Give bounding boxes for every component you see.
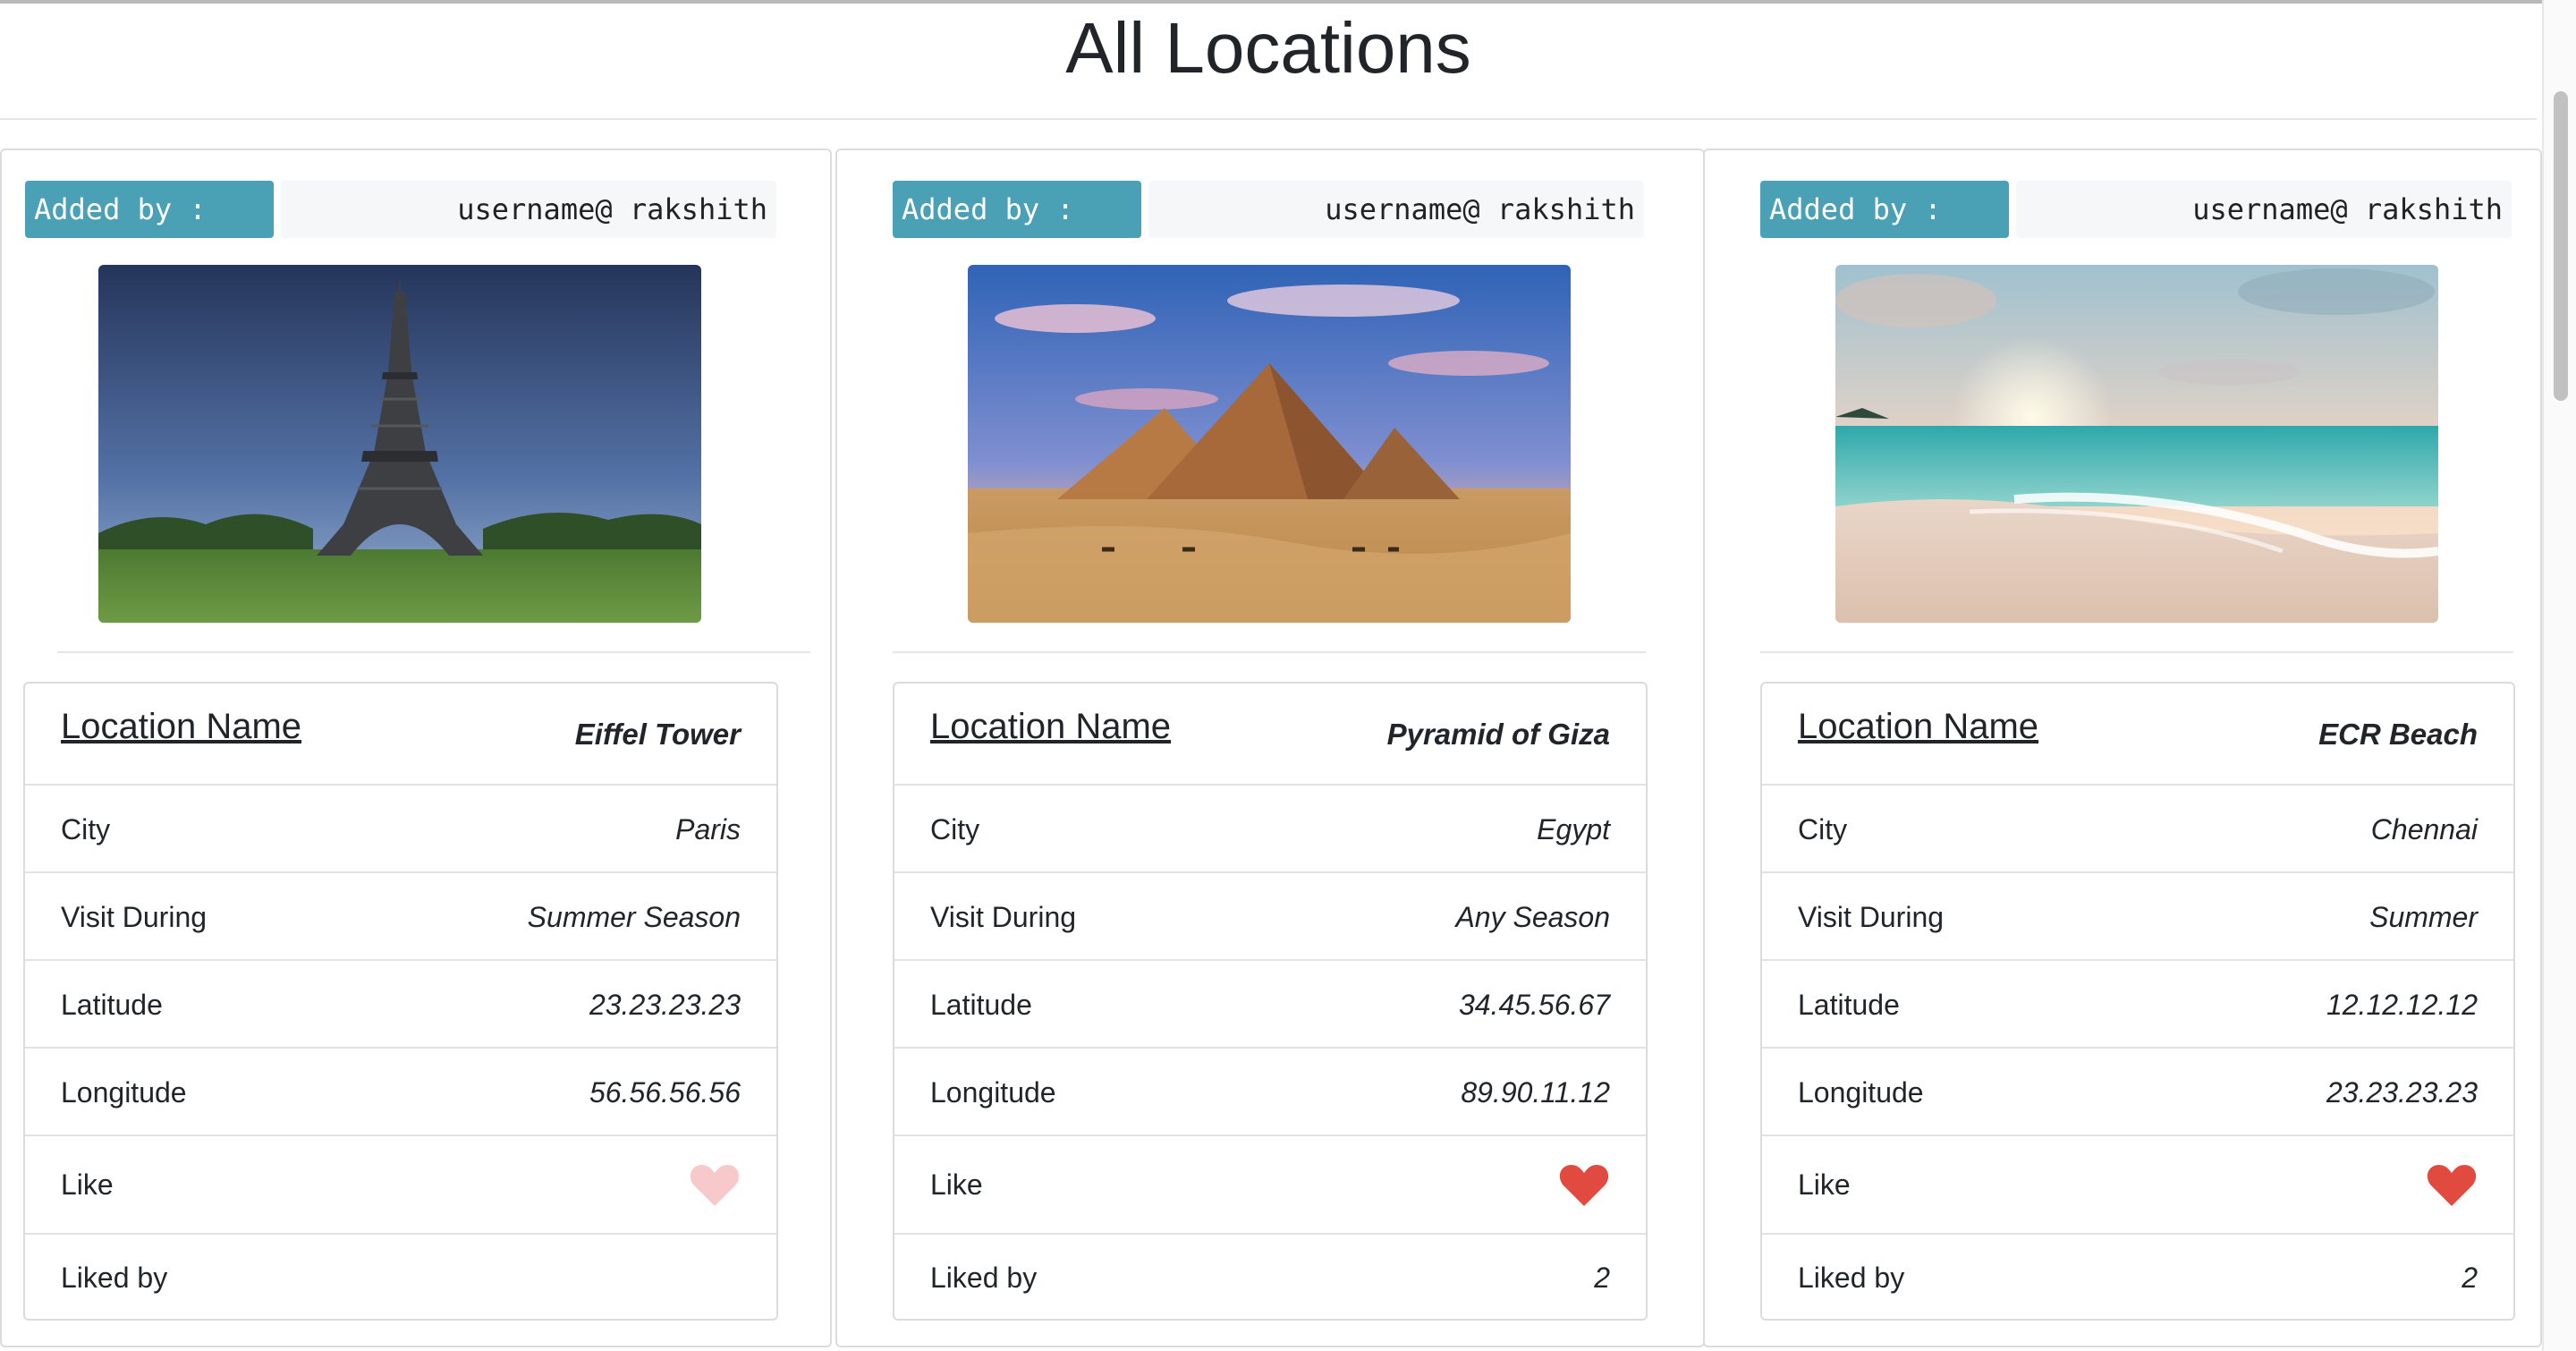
latitude-row: Latitude 12.12.12.12 bbox=[1762, 961, 2513, 1049]
longitude-row: Longitude 23.23.23.23 bbox=[1762, 1049, 2513, 1136]
location-info-table: Location Name Pyramid of Giza City Egypt… bbox=[893, 682, 1648, 1321]
location-name-row: Location Name Pyramid of Giza bbox=[894, 684, 1646, 786]
longitude-label: Longitude bbox=[930, 1076, 1056, 1109]
longitude-row: Longitude 56.56.56.56 bbox=[25, 1049, 776, 1136]
like-label: Like bbox=[1798, 1168, 1851, 1201]
heart-icon[interactable] bbox=[689, 1163, 741, 1208]
longitude-label: Longitude bbox=[1798, 1076, 1924, 1109]
location-card: Added by : username@ rakshith Location N… bbox=[1703, 149, 2542, 1347]
location-card: Added by : username@ rakshith Location N… bbox=[835, 149, 1705, 1347]
latitude-label: Latitude bbox=[930, 989, 1032, 1021]
city-label: City bbox=[930, 813, 980, 845]
longitude-value: 89.90.11.12 bbox=[1461, 1076, 1610, 1109]
heart-icon[interactable] bbox=[2426, 1163, 2478, 1208]
city-row: City Paris bbox=[25, 786, 776, 873]
liked-by-count: 2 bbox=[2462, 1262, 2478, 1294]
visit-during-value: Any Season bbox=[1455, 901, 1610, 933]
city-label: City bbox=[1798, 813, 1848, 845]
added-by-label: Added by : bbox=[25, 181, 274, 238]
city-label: City bbox=[61, 813, 111, 845]
visit-during-value: Summer Season bbox=[527, 901, 741, 933]
visit-during-label: Visit During bbox=[61, 901, 208, 933]
liked-by-label: Liked by bbox=[61, 1262, 168, 1294]
added-by-row: Added by : username@ rakshith bbox=[893, 181, 1644, 238]
location-name-value: Eiffel Tower bbox=[574, 718, 741, 751]
location-name-row: Location Name Eiffel Tower bbox=[25, 684, 776, 786]
eiffel-tower-photo[interactable] bbox=[98, 265, 701, 623]
liked-by-row: Liked by bbox=[25, 1235, 776, 1319]
liked-by-label: Liked by bbox=[1798, 1262, 1905, 1294]
longitude-label: Longitude bbox=[61, 1076, 187, 1109]
beach-photo[interactable] bbox=[1835, 265, 2438, 623]
longitude-value: 23.23.23.23 bbox=[2326, 1076, 2478, 1109]
added-by-username: username@ rakshith bbox=[2016, 181, 2512, 238]
liked-by-count: 2 bbox=[1594, 1262, 1610, 1294]
added-by-row: Added by : username@ rakshith bbox=[1760, 181, 2512, 238]
latitude-value: 34.45.56.67 bbox=[1458, 989, 1610, 1021]
section-divider bbox=[893, 651, 1646, 653]
added-by-row: Added by : username@ rakshith bbox=[25, 181, 776, 238]
location-info-table: Location Name Eiffel Tower City Paris Vi… bbox=[23, 682, 778, 1321]
added-by-label: Added by : bbox=[893, 181, 1141, 238]
visit-during-row: Visit During Any Season bbox=[894, 873, 1646, 961]
liked-by-row: Liked by 2 bbox=[1762, 1235, 2513, 1319]
location-card: Added by : username@ rakshith Location N… bbox=[0, 149, 832, 1347]
location-name-label: Location Name bbox=[61, 707, 302, 746]
longitude-value: 56.56.56.56 bbox=[589, 1076, 741, 1109]
longitude-row: Longitude 89.90.11.12 bbox=[894, 1049, 1646, 1136]
locations-grid: Added by : username@ rakshith Location N… bbox=[0, 149, 2542, 1351]
visit-during-row: Visit During Summer Season bbox=[25, 873, 776, 961]
city-value: Egypt bbox=[1537, 813, 1610, 845]
latitude-label: Latitude bbox=[61, 989, 163, 1021]
title-divider bbox=[0, 118, 2537, 120]
section-divider bbox=[1760, 651, 2513, 653]
like-row: Like bbox=[1762, 1136, 2513, 1235]
liked-by-row: Liked by 2 bbox=[894, 1235, 1646, 1319]
page-title: All Locations bbox=[1065, 8, 1471, 88]
location-info-table: Location Name ECR Beach City Chennai Vis… bbox=[1760, 682, 2515, 1321]
like-row: Like bbox=[894, 1136, 1646, 1235]
section-divider bbox=[57, 651, 810, 653]
latitude-label: Latitude bbox=[1798, 989, 1900, 1021]
visit-during-value: Summer bbox=[2369, 901, 2478, 933]
city-value: Chennai bbox=[2370, 813, 2478, 845]
scrollbar-thumb[interactable] bbox=[2554, 91, 2568, 401]
visit-during-label: Visit During bbox=[1798, 901, 1945, 933]
like-row: Like bbox=[25, 1136, 776, 1235]
location-name-label: Location Name bbox=[930, 707, 1172, 746]
latitude-row: Latitude 23.23.23.23 bbox=[25, 961, 776, 1049]
pyramids-photo[interactable] bbox=[968, 265, 1571, 623]
liked-by-label: Liked by bbox=[930, 1262, 1038, 1294]
latitude-value: 12.12.12.12 bbox=[2326, 989, 2478, 1021]
city-value: Paris bbox=[675, 813, 741, 845]
location-name-label: Location Name bbox=[1798, 707, 2039, 746]
location-name-row: Location Name ECR Beach bbox=[1762, 684, 2513, 786]
added-by-username: username@ rakshith bbox=[281, 181, 776, 238]
city-row: City Egypt bbox=[894, 786, 1646, 873]
window-top-border bbox=[0, 0, 2576, 4]
visit-during-row: Visit During Summer bbox=[1762, 873, 2513, 961]
latitude-value: 23.23.23.23 bbox=[589, 989, 741, 1021]
vertical-scrollbar[interactable] bbox=[2542, 0, 2576, 1351]
like-label: Like bbox=[61, 1168, 114, 1201]
added-by-label: Added by : bbox=[1760, 181, 2009, 238]
location-name-value: Pyramid of Giza bbox=[1386, 718, 1610, 751]
like-label: Like bbox=[930, 1168, 983, 1201]
location-name-value: ECR Beach bbox=[2318, 718, 2478, 751]
visit-during-label: Visit During bbox=[930, 901, 1077, 933]
heart-icon[interactable] bbox=[1558, 1163, 1610, 1208]
city-row: City Chennai bbox=[1762, 786, 2513, 873]
added-by-username: username@ rakshith bbox=[1148, 181, 1644, 238]
latitude-row: Latitude 34.45.56.67 bbox=[894, 961, 1646, 1049]
